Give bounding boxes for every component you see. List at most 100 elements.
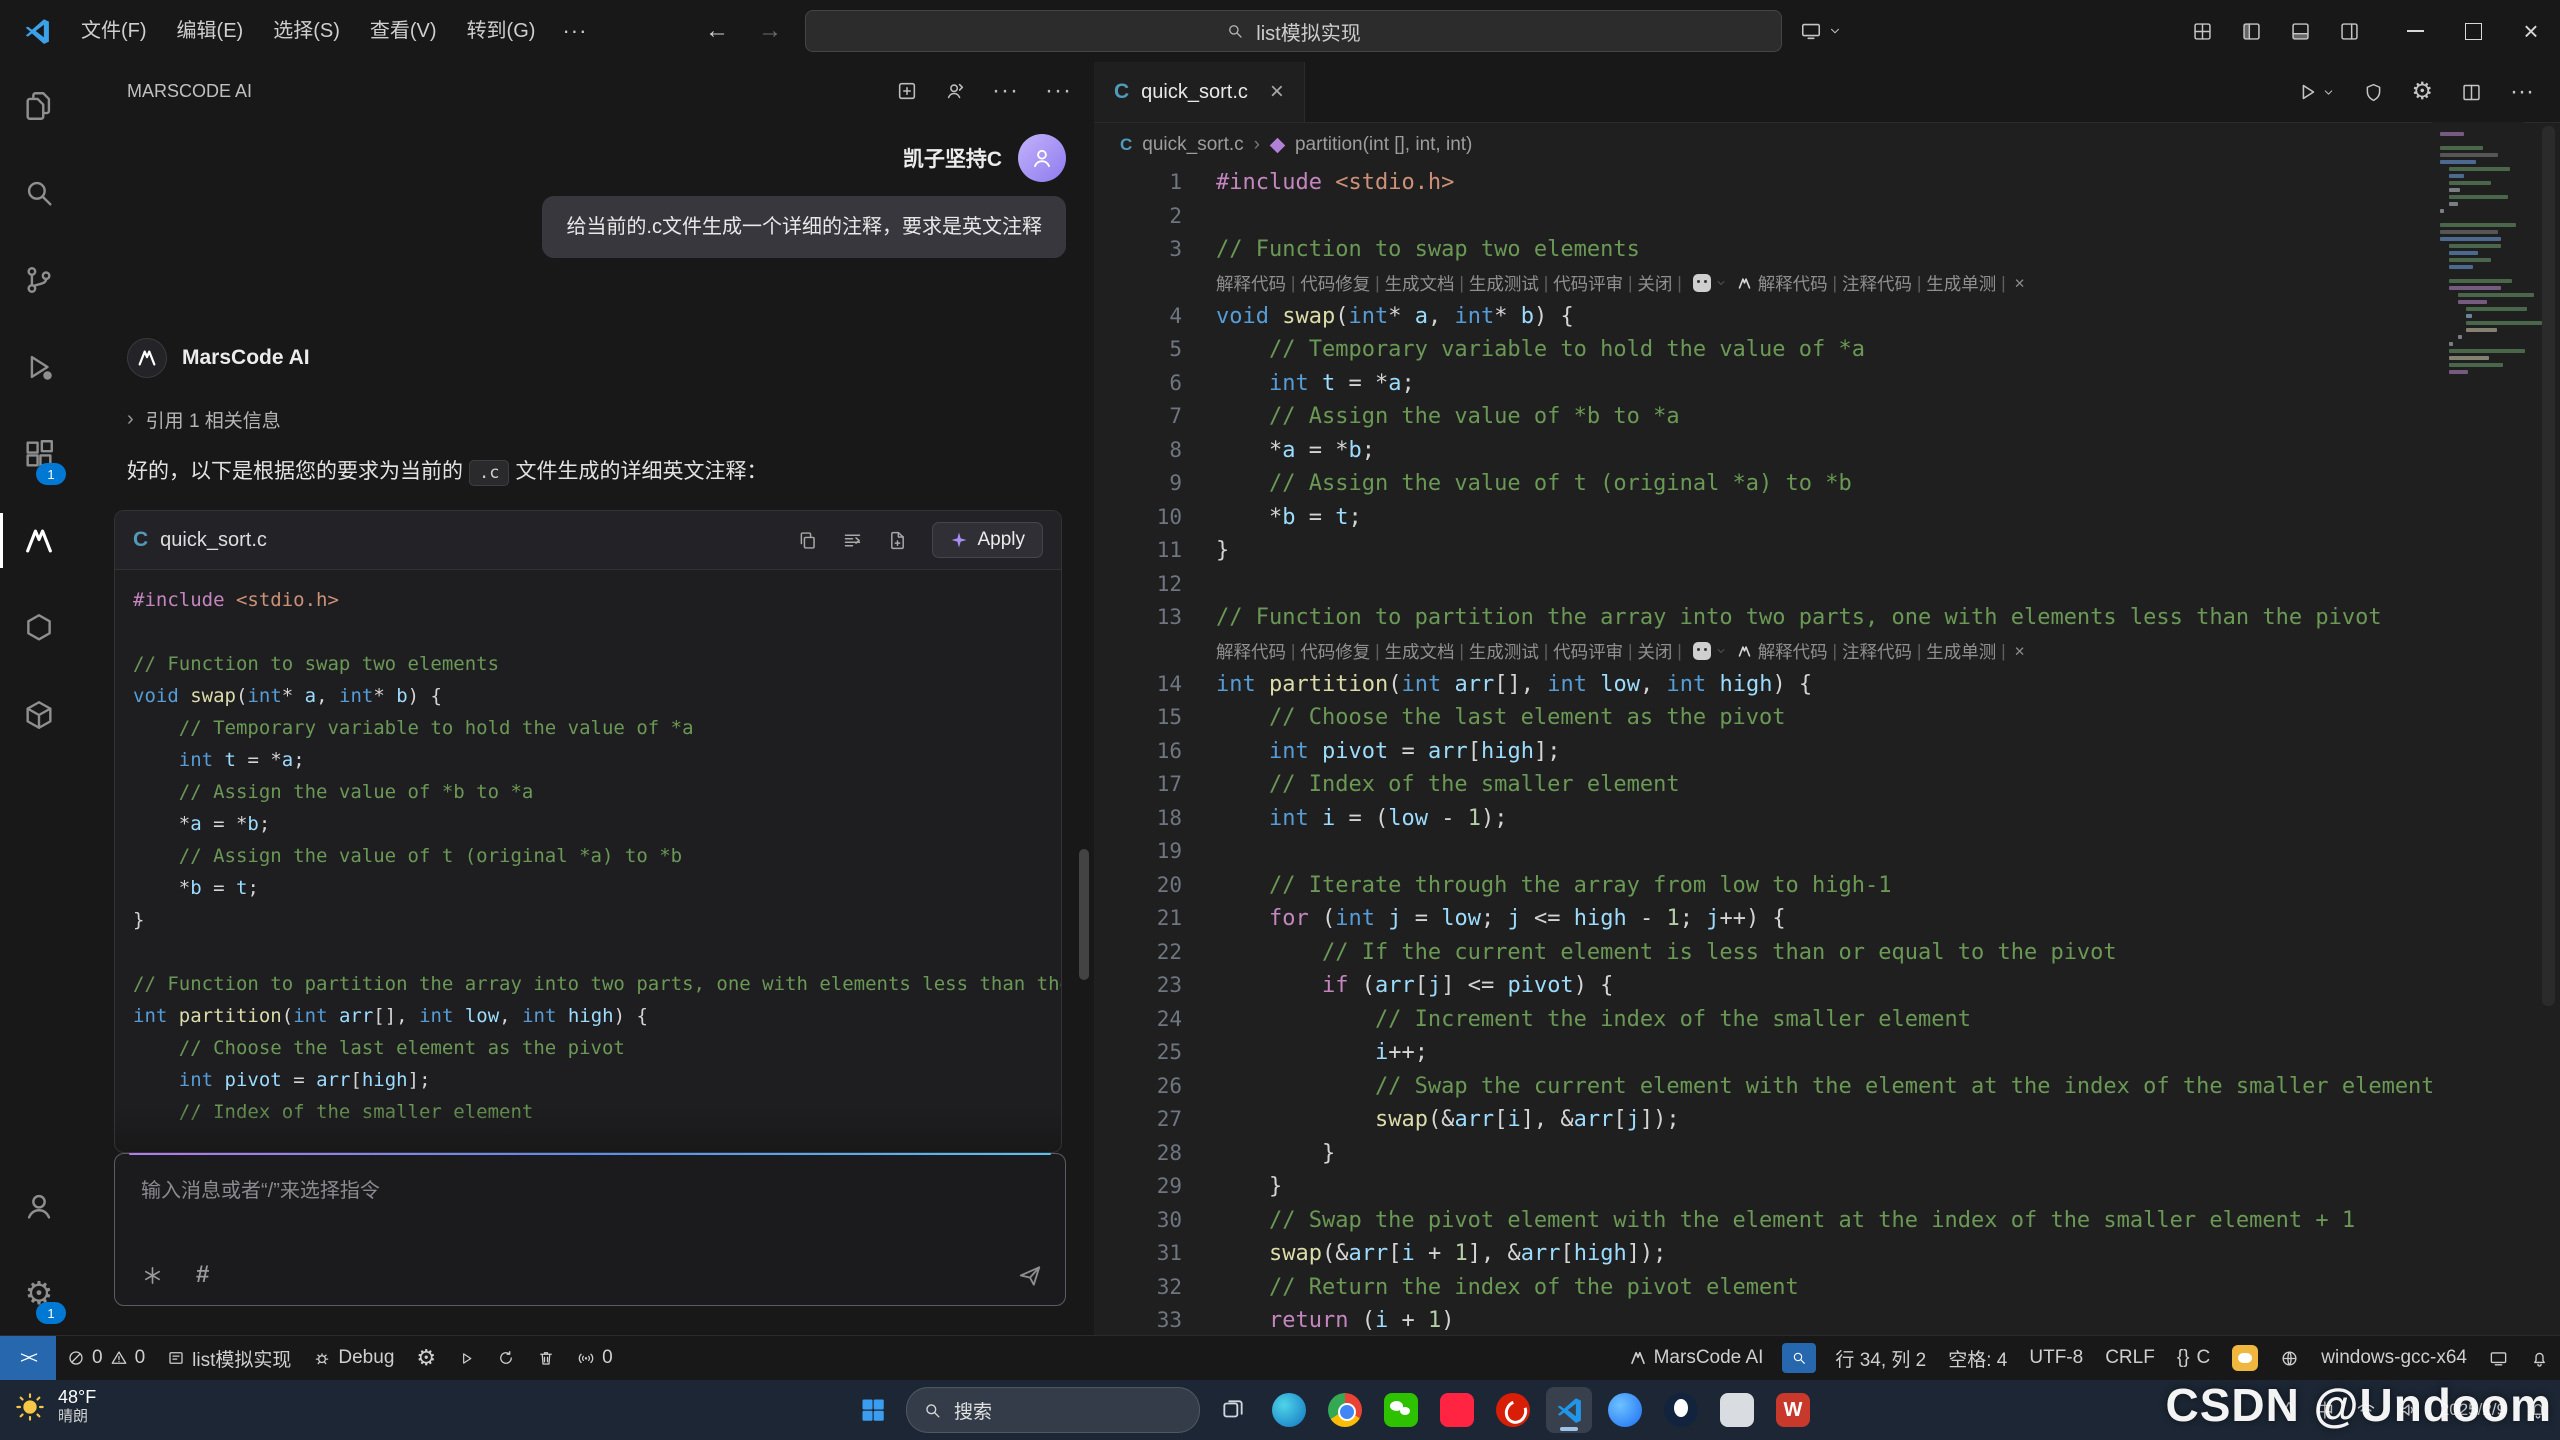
codelens-close-icon[interactable]: ×	[2015, 641, 2025, 662]
gear-icon[interactable]: ⚙	[2412, 80, 2434, 104]
profile-dropdown[interactable]	[1800, 0, 1842, 62]
code-line[interactable]: 30 // Swap the pivot element with the el…	[1094, 1204, 2432, 1238]
cursor-position[interactable]: 行 34, 列 2	[1824, 1336, 1937, 1380]
app-red-button[interactable]	[1434, 1387, 1480, 1433]
new-chat-icon[interactable]	[896, 80, 918, 102]
weather-widget[interactable]: 48°F晴朗	[14, 1387, 96, 1426]
code-line[interactable]: 5 // Temporary variable to hold the valu…	[1094, 333, 2432, 367]
menu-item[interactable]: 文件(F)	[66, 0, 162, 62]
encoding[interactable]: UTF-8	[2018, 1336, 2094, 1380]
code-line[interactable]: 24 // Increment the index of the smaller…	[1094, 1003, 2432, 1037]
command-center-search[interactable]: list模拟实现	[805, 10, 1782, 52]
codelens-action[interactable]: 解释代码	[1758, 639, 1828, 664]
activity-run-debug[interactable]	[0, 323, 78, 410]
edge-button[interactable]	[1266, 1387, 1312, 1433]
run-task[interactable]	[447, 1336, 486, 1380]
code-line[interactable]: 9 // Assign the value of t (original *a)…	[1094, 467, 2432, 501]
code-line[interactable]: 14int partition(int arr[], int low, int …	[1094, 668, 2432, 702]
start-button[interactable]	[850, 1387, 896, 1433]
view-more-icon[interactable]: ···	[1045, 81, 1072, 101]
context-hash-icon[interactable]: #	[196, 1261, 209, 1289]
sync-status[interactable]	[486, 1336, 526, 1380]
doubao-icon[interactable]	[1693, 274, 1711, 292]
ai-plugin-status[interactable]	[2221, 1336, 2269, 1380]
code-line[interactable]: 19	[1094, 835, 2432, 869]
language-pack[interactable]	[2269, 1336, 2310, 1380]
forward-button[interactable]: →	[758, 0, 782, 62]
panel-more-icon[interactable]: ···	[992, 81, 1019, 101]
qq-button[interactable]	[1658, 1387, 1704, 1433]
new-file-icon[interactable]	[887, 530, 908, 551]
activity-search[interactable]	[0, 149, 78, 236]
reference-toggle[interactable]: › 引用 1 相关信息	[127, 406, 1094, 433]
activity-hexagon-plugin[interactable]	[0, 584, 78, 671]
menu-item[interactable]: 转到(G)	[452, 0, 551, 62]
activity-marscode[interactable]	[0, 497, 78, 584]
menu-item[interactable]: 查看(V)	[355, 0, 452, 62]
codelens-action[interactable]: 生成单测	[1926, 639, 1996, 664]
breadcrumb[interactable]: C quick_sort.c › partition(int [], int, …	[1094, 123, 2560, 167]
codelens-action[interactable]: 生成文档	[1385, 639, 1455, 664]
codelens-action[interactable]: 生成测试	[1469, 271, 1539, 296]
activity-cube-plugin[interactable]	[0, 671, 78, 758]
codelens-action[interactable]: 解释代码	[1216, 271, 1286, 296]
code-line[interactable]: 22 // If the current element is less tha…	[1094, 936, 2432, 970]
code-line[interactable]: 10 *b = t;	[1094, 501, 2432, 535]
codelens-action[interactable]: 解释代码	[1216, 639, 1286, 664]
code-line[interactable]: 13// Function to partition the array int…	[1094, 601, 2432, 635]
code-line[interactable]: 6 int t = *a;	[1094, 367, 2432, 401]
share-user-icon[interactable]	[944, 80, 966, 102]
marscode-status[interactable]: MarsCode AI	[1618, 1336, 1775, 1380]
editor-scrollbar[interactable]	[2542, 126, 2555, 1006]
maximize-button[interactable]	[2444, 0, 2502, 62]
remote-indicator[interactable]: ><	[0, 1336, 56, 1380]
close-button[interactable]: ×	[2502, 0, 2560, 62]
broadcast-status[interactable]: 0	[566, 1336, 624, 1380]
codelens-action[interactable]: 关闭	[1637, 639, 1672, 664]
chevron-down-icon[interactable]	[1715, 645, 1727, 657]
code-line[interactable]: 2	[1094, 200, 2432, 234]
codelens-action[interactable]: 生成测试	[1469, 639, 1539, 664]
toggle-panel-icon[interactable]	[2276, 0, 2325, 62]
menu-item[interactable]: 选择(S)	[258, 0, 355, 62]
wechat-button[interactable]	[1378, 1387, 1424, 1433]
zoom-indicator[interactable]	[1782, 1343, 1816, 1373]
codelens-action[interactable]: 生成文档	[1385, 271, 1455, 296]
code-line[interactable]: 31 swap(&arr[i + 1], &arr[high]);	[1094, 1237, 2432, 1271]
settings-button[interactable]: ⚙1	[0, 1249, 78, 1336]
code-line[interactable]: 28 }	[1094, 1137, 2432, 1171]
code-line[interactable]: 3// Function to swap two elements	[1094, 233, 2432, 267]
codelens-action[interactable]: 注释代码	[1842, 639, 1912, 664]
chevron-down-icon[interactable]	[1715, 277, 1727, 289]
screencast-status[interactable]	[2478, 1336, 2519, 1380]
minimap[interactable]	[2432, 122, 2524, 1336]
code-line[interactable]: 18 int i = (low - 1);	[1094, 802, 2432, 836]
code-line[interactable]: 23 if (arr[j] <= pivot) {	[1094, 969, 2432, 1003]
app-gray-button[interactable]	[1714, 1387, 1760, 1433]
customize-layout-icon[interactable]	[2178, 0, 2227, 62]
apply-button[interactable]: Apply	[932, 522, 1043, 558]
code-line[interactable]: 17 // Index of the smaller element	[1094, 768, 2432, 802]
codelens-close-icon[interactable]: ×	[2015, 273, 2025, 294]
task-view-button[interactable]	[1210, 1387, 1256, 1433]
codelens-action[interactable]: 生成单测	[1926, 271, 1996, 296]
codelens-action[interactable]: 代码修复	[1300, 639, 1370, 664]
codelens-action[interactable]: 代码评审	[1553, 639, 1623, 664]
toggle-sidebar-icon[interactable]	[2227, 0, 2276, 62]
code-line[interactable]: 7 // Assign the value of *b to *a	[1094, 400, 2432, 434]
code-line[interactable]: 11}	[1094, 534, 2432, 568]
account-button[interactable]	[0, 1162, 78, 1249]
tasks-gear[interactable]: ⚙	[405, 1336, 447, 1380]
code-line[interactable]: 26 // Swap the current element with the …	[1094, 1070, 2432, 1104]
codelens-action[interactable]: 注释代码	[1842, 271, 1912, 296]
codelens-action[interactable]: 关闭	[1637, 271, 1672, 296]
editor-more-icon[interactable]: ···	[2510, 78, 2534, 106]
code-line[interactable]: 27 swap(&arr[i], &arr[j]);	[1094, 1103, 2432, 1137]
netease-music-button[interactable]	[1490, 1387, 1536, 1433]
clean-task[interactable]	[526, 1336, 566, 1380]
codelens-action[interactable]: 代码修复	[1300, 271, 1370, 296]
code-line[interactable]: 16 int pivot = arr[high];	[1094, 735, 2432, 769]
doubao-icon[interactable]	[1693, 642, 1711, 660]
copy-icon[interactable]	[797, 530, 818, 551]
code-line[interactable]: 29 }	[1094, 1170, 2432, 1204]
